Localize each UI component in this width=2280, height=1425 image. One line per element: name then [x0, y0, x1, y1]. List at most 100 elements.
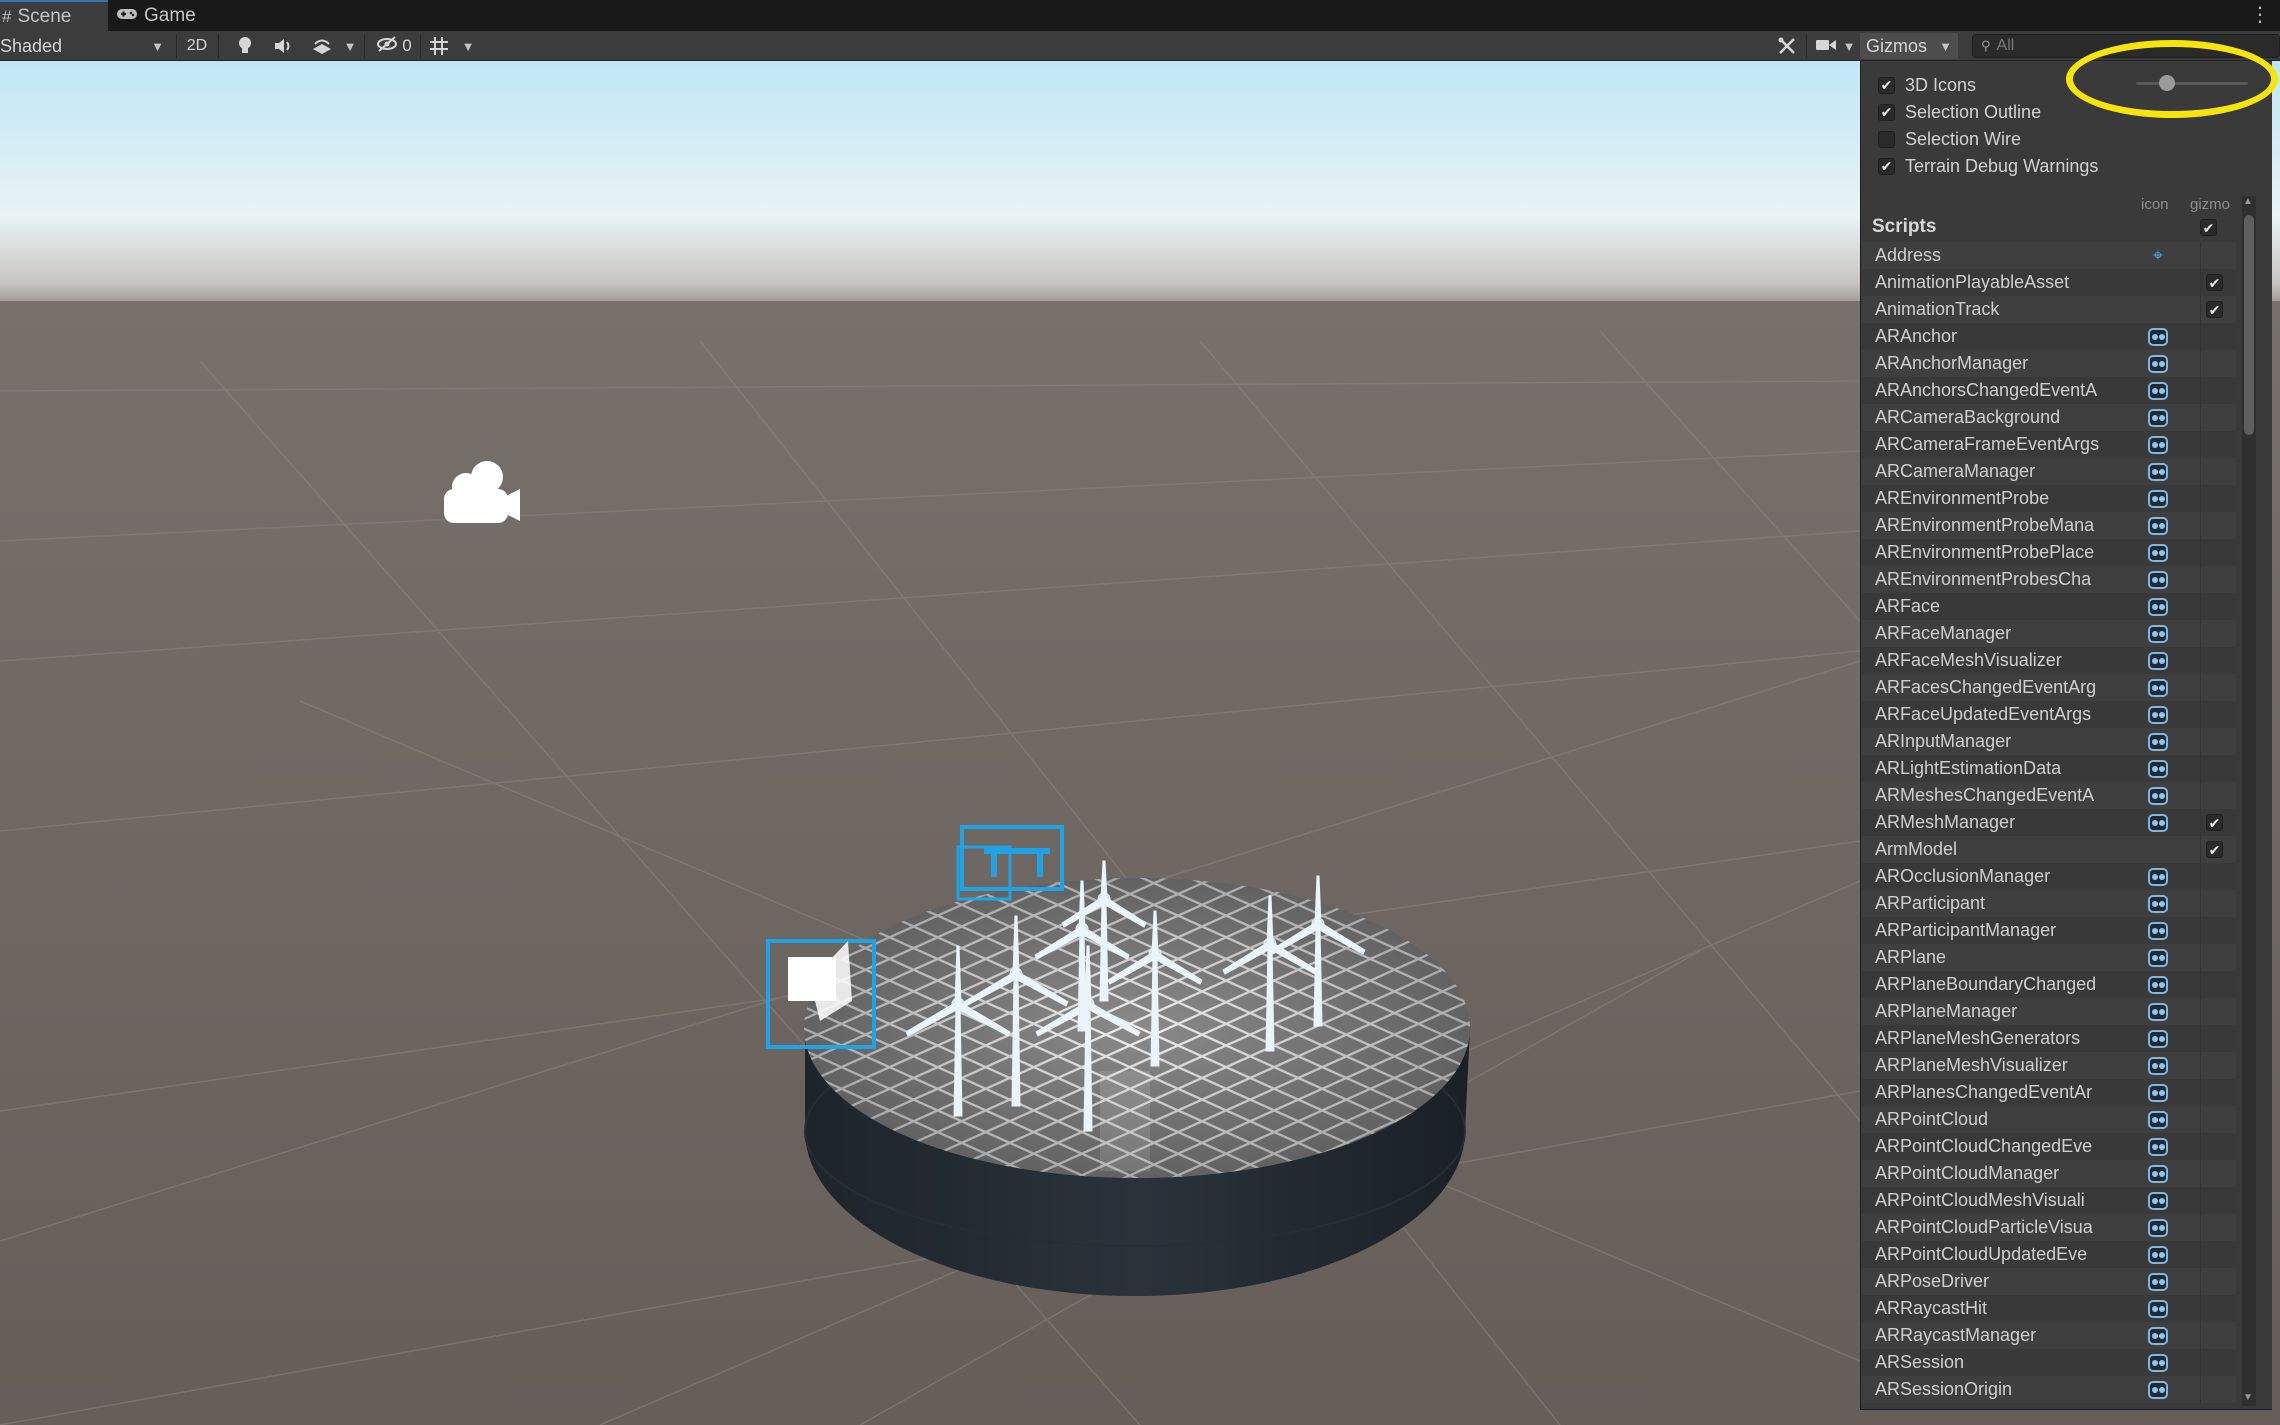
- list-item[interactable]: AROcclusionManager: [1862, 863, 2236, 890]
- list-item[interactable]: ARFacesChangedEventArg: [1862, 674, 2236, 701]
- script-icon-cell[interactable]: [2142, 809, 2174, 836]
- gizmo-toggle-cell[interactable]: [2200, 1079, 2228, 1106]
- grid-snap-icon[interactable]: [424, 33, 454, 59]
- script-icon-cell[interactable]: [2142, 1241, 2174, 1268]
- list-item[interactable]: ARAnchorsChangedEventA: [1862, 377, 2236, 404]
- script-icon-cell[interactable]: [2142, 485, 2174, 512]
- script-icon-cell[interactable]: [2142, 1268, 2174, 1295]
- gizmo-checkbox[interactable]: ✔: [2206, 841, 2223, 858]
- gizmo-toggle-cell[interactable]: [2200, 350, 2228, 377]
- gizmo-toggle-cell[interactable]: [2200, 890, 2228, 917]
- option-terrain-debug-warnings[interactable]: ✔ Terrain Debug Warnings: [1878, 153, 2098, 179]
- gizmo-toggle-cell[interactable]: [2200, 674, 2228, 701]
- gizmo-toggle-cell[interactable]: [2200, 1133, 2228, 1160]
- gizmo-checkbox[interactable]: ✔: [2206, 301, 2223, 318]
- script-icon-cell[interactable]: [2142, 917, 2174, 944]
- gizmo-toggle-cell[interactable]: ✔: [2200, 836, 2228, 863]
- list-item[interactable]: AREnvironmentProbePlace: [1862, 539, 2236, 566]
- script-icon-cell[interactable]: ⌖: [2142, 242, 2174, 269]
- list-item[interactable]: ARPointCloudParticleVisua: [1862, 1214, 2236, 1241]
- gizmo-toggle-cell[interactable]: [2200, 404, 2228, 431]
- script-icon-cell[interactable]: [2142, 944, 2174, 971]
- option-selection-wire[interactable]: Selection Wire: [1878, 126, 2021, 152]
- script-icon-cell[interactable]: [2142, 890, 2174, 917]
- list-item[interactable]: ARParticipantManager: [1862, 917, 2236, 944]
- script-icon-cell[interactable]: [2142, 755, 2174, 782]
- gizmo-toggle-cell[interactable]: [2200, 917, 2228, 944]
- gizmo-toggle-cell[interactable]: [2200, 1268, 2228, 1295]
- list-item[interactable]: ARCameraBackground: [1862, 404, 2236, 431]
- gizmo-toggle-cell[interactable]: [2200, 782, 2228, 809]
- gizmos-dropdown[interactable]: Gizmos ▼: [1860, 33, 1958, 59]
- more-options-icon[interactable]: ⋮: [2250, 2, 2270, 27]
- script-icon-cell[interactable]: [2142, 1322, 2174, 1349]
- script-icon-cell[interactable]: [2142, 566, 2174, 593]
- script-icon-cell[interactable]: [2142, 647, 2174, 674]
- list-item[interactable]: ARPlaneBoundaryChanged: [1862, 971, 2236, 998]
- script-icon-cell[interactable]: [2142, 296, 2174, 323]
- scroll-down-arrow-icon[interactable]: ▼: [2243, 1392, 2253, 1403]
- script-icon-cell[interactable]: [2142, 728, 2174, 755]
- script-icon-cell[interactable]: [2142, 458, 2174, 485]
- gizmo-toggle-cell[interactable]: ✔: [2200, 809, 2228, 836]
- gizmo-toggle-cell[interactable]: [2200, 944, 2228, 971]
- script-icon-cell[interactable]: [2142, 674, 2174, 701]
- list-item[interactable]: AREnvironmentProbeMana: [1862, 512, 2236, 539]
- script-icon-cell[interactable]: [2142, 512, 2174, 539]
- gizmo-toggle-cell[interactable]: [2200, 593, 2228, 620]
- gizmo-toggle-cell[interactable]: [2200, 1187, 2228, 1214]
- gizmo-toggle-cell[interactable]: [2200, 1349, 2228, 1376]
- gizmo-toggle-cell[interactable]: [2200, 1052, 2228, 1079]
- script-icon-cell[interactable]: [2142, 971, 2174, 998]
- gizmo-toggle-cell[interactable]: [2200, 1295, 2228, 1322]
- gizmo-toggle-cell[interactable]: [2200, 1106, 2228, 1133]
- gizmo-toggle-cell[interactable]: [2200, 1322, 2228, 1349]
- script-icon-cell[interactable]: [2142, 431, 2174, 458]
- tab-game[interactable]: Game: [114, 0, 214, 31]
- list-item[interactable]: ARPointCloudUpdatedEve: [1862, 1241, 2236, 1268]
- script-icon-cell[interactable]: [2142, 323, 2174, 350]
- checkbox-selection-outline[interactable]: ✔: [1878, 103, 1895, 121]
- list-item[interactable]: ARPlaneMeshVisualizer: [1862, 1052, 2236, 1079]
- script-icon-cell[interactable]: [2142, 1106, 2174, 1133]
- list-item[interactable]: Address ⌖: [1862, 242, 2236, 269]
- gizmo-toggle-cell[interactable]: [2200, 566, 2228, 593]
- gizmo-checkbox[interactable]: ✔: [2206, 814, 2223, 831]
- audio-toggle-icon[interactable]: [268, 33, 298, 59]
- list-item[interactable]: ARAnchorManager: [1862, 350, 2236, 377]
- grid-dropdown[interactable]: ▼: [458, 33, 478, 59]
- toggle-2d-button[interactable]: 2D: [180, 33, 214, 59]
- gizmo-toggle-cell[interactable]: [2200, 728, 2228, 755]
- list-item[interactable]: ARMeshesChangedEventA: [1862, 782, 2236, 809]
- list-item[interactable]: ARAnchor: [1862, 323, 2236, 350]
- gizmo-toggle-cell[interactable]: [2200, 539, 2228, 566]
- gizmo-toggle-cell[interactable]: [2200, 971, 2228, 998]
- gizmo-toggle-cell[interactable]: [2200, 431, 2228, 458]
- list-item[interactable]: ARCameraFrameEventArgs: [1862, 431, 2236, 458]
- gizmo-toggle-cell[interactable]: [2200, 323, 2228, 350]
- list-item[interactable]: AnimationPlayableAsset ✔: [1862, 269, 2236, 296]
- script-icon-cell[interactable]: [2142, 836, 2174, 863]
- script-icon-cell[interactable]: [2142, 782, 2174, 809]
- script-icon-cell[interactable]: [2142, 1079, 2174, 1106]
- gizmo-toggle-cell[interactable]: [2200, 1025, 2228, 1052]
- section-scripts-gizmo-checkbox[interactable]: ✔: [2200, 219, 2217, 236]
- gizmo-toggle-cell[interactable]: [2200, 1376, 2228, 1403]
- camera-settings-dropdown[interactable]: ▼: [1810, 33, 1860, 59]
- list-item[interactable]: ARMeshManager ✔: [1862, 809, 2236, 836]
- script-icon-cell[interactable]: [2142, 1025, 2174, 1052]
- list-item[interactable]: ARSession: [1862, 1349, 2236, 1376]
- checkbox-terrain-debug-warnings[interactable]: ✔: [1878, 157, 1895, 175]
- script-icon-cell[interactable]: [2142, 1349, 2174, 1376]
- gizmo-toggle-cell[interactable]: [2200, 242, 2228, 269]
- script-icon-cell[interactable]: [2142, 1214, 2174, 1241]
- effects-dropdown[interactable]: ▼: [340, 33, 360, 59]
- gizmo-toggle-cell[interactable]: ✔: [2200, 269, 2228, 296]
- list-item[interactable]: ARPlanesChangedEventAr: [1862, 1079, 2236, 1106]
- list-item[interactable]: ARCameraManager: [1862, 458, 2236, 485]
- list-item[interactable]: ARPoseDriver: [1862, 1268, 2236, 1295]
- gizmo-toggle-cell[interactable]: [2200, 701, 2228, 728]
- list-item[interactable]: ARInputManager: [1862, 728, 2236, 755]
- list-item[interactable]: ARPlane: [1862, 944, 2236, 971]
- hidden-objects-toggle[interactable]: 0: [372, 33, 416, 59]
